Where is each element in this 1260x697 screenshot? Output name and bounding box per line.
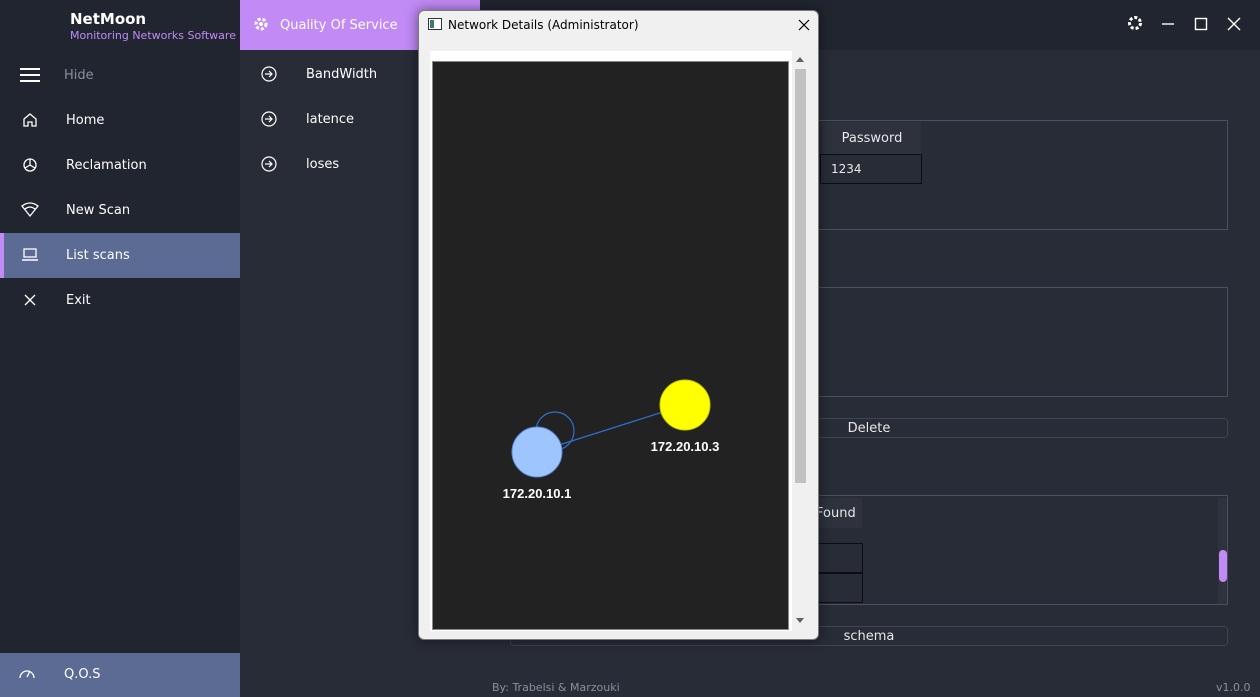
dialog-scrollbar-thumb[interactable] [795,69,806,483]
dialog-close-button[interactable] [793,14,815,36]
sidebar-item-qos[interactable]: Q.O.S [0,653,240,697]
password-cell[interactable]: 1234 [820,154,922,184]
laptop-icon [20,245,40,265]
home-icon [20,110,40,130]
dialog-scrollbar[interactable] [792,51,807,631]
sidebar-item-label: Reclamation [66,158,147,173]
submenu-title: Quality Of Service [280,18,398,33]
sidebar-item-label: List scans [66,248,130,263]
network-graph[interactable]: 172.20.10.1 172.20.10.3 [432,61,789,630]
brand-subtitle: Monitoring Networks Software [70,29,236,42]
brand: NetMoon Monitoring Networks Software [70,10,236,42]
wifi-icon [20,200,40,220]
sidebar-item-label: Home [66,113,105,128]
close-icon [1227,16,1241,35]
minimize-button[interactable] [1157,14,1179,36]
sidebar-item-label: New Scan [66,203,131,218]
graph-node-label: 172.20.10.1 [503,486,572,501]
results-scrollbar-thumb[interactable] [1219,550,1227,582]
sidebar-item-home[interactable]: Home [0,98,240,143]
close-icon [798,16,810,35]
scroll-down-arrow-icon[interactable] [796,618,804,623]
submenu-item-label: BandWidth [306,67,378,82]
sidebar-item-label: Q.O.S [64,667,101,682]
sidebar: NetMoon Monitoring Networks Software Hid… [0,0,240,697]
speedometer-icon [18,665,36,684]
hamburger-menu-icon [20,65,40,85]
graph-node-172-20-10-1[interactable] [511,426,563,478]
sidebar-item-label: Exit [66,293,91,308]
arrow-circle-right-icon [260,155,278,177]
network-graph-canvas: 172.20.10.1 172.20.10.3 [503,379,720,501]
scroll-up-arrow-icon[interactable] [796,57,804,62]
footer-credit: By: Trabelsi & Marzouki [492,681,620,694]
submenu-item-label: latence [306,112,355,127]
gear-icon [1126,14,1144,36]
version-label: v1.0.0 [1216,681,1251,694]
sidebar-hide-toggle[interactable]: Hide [0,53,240,98]
dialog-content: 172.20.10.1 172.20.10.3 [430,51,807,631]
sidebar-item-exit[interactable]: Exit [0,278,240,323]
settings-button[interactable] [1124,14,1146,36]
sidebar-hide-label: Hide [64,68,94,83]
arrow-circle-right-icon [260,110,278,132]
app-window-icon [428,18,442,30]
graph-node-172-20-10-3[interactable] [659,379,711,431]
dialog-title: Network Details (Administrator) [448,18,639,32]
close-icon [20,290,40,310]
sidebar-item-new-scan[interactable]: New Scan [0,188,240,233]
graph-node-label: 172.20.10.3 [651,439,720,454]
gear-icon [252,15,270,37]
sidebar-item-reclamation[interactable]: Reclamation [0,143,240,188]
brand-name: NetMoon [70,10,147,28]
minimize-icon [1161,16,1175,35]
close-window-button[interactable] [1223,14,1245,36]
maximize-icon [1194,16,1208,35]
arrow-circle-right-icon [260,65,278,87]
maximize-button[interactable] [1190,14,1212,36]
sidebar-item-list-scans[interactable]: List scans [0,233,240,278]
password-column-header: Password [823,122,921,154]
network-details-dialog: Network Details (Administrator) 172.20.1… [418,10,819,640]
pie-chart-icon [20,155,40,175]
submenu-item-label: loses [306,157,340,172]
